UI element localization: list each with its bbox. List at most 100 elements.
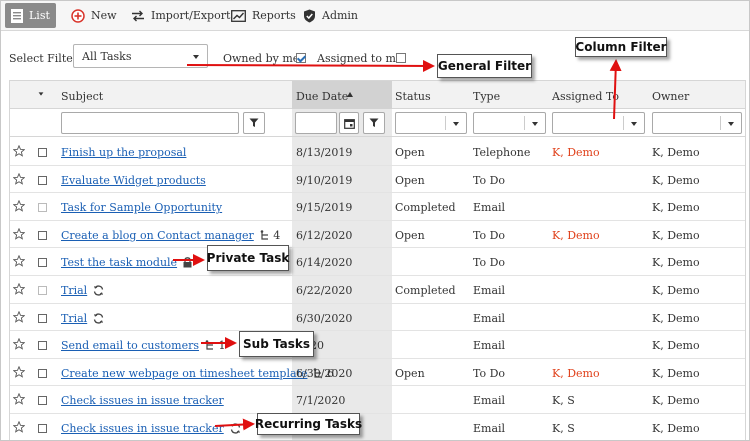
task-subject-link[interactable]: Task for Sample Opportunity <box>61 201 222 214</box>
table-row[interactable]: Create new webpage on timesheet template… <box>10 359 745 387</box>
new-button[interactable]: New <box>65 3 123 28</box>
task-subject-link[interactable]: Check issues in issue tracker <box>61 422 224 435</box>
chevron-down-icon <box>728 122 734 126</box>
task-subject-link[interactable]: Trial <box>61 284 87 297</box>
status-header[interactable]: Status <box>395 90 431 103</box>
subject-cell: Create a blog on Contact manager 4 <box>61 229 280 242</box>
subject-filter-button[interactable] <box>243 112 265 134</box>
task-subject-link[interactable]: Create new webpage on timesheet template <box>61 367 307 380</box>
due-date-cell: 6/22/2020 <box>296 284 353 297</box>
favorite-star[interactable] <box>12 255 26 270</box>
favorite-star[interactable] <box>12 420 26 436</box>
star-icon[interactable] <box>12 282 26 295</box>
subject-filter-input[interactable] <box>61 112 239 134</box>
star-icon[interactable] <box>12 310 26 323</box>
owner-cell: K, Demo <box>652 394 700 408</box>
favorite-star[interactable] <box>12 282 26 298</box>
table-row[interactable]: Test the task module 6/14/2020 To Do K, Dem… <box>10 248 745 276</box>
favorite-star[interactable] <box>12 337 26 353</box>
assigned-to-cell: K, S <box>552 394 575 408</box>
subject-cell: Send email to customers 1 <box>61 339 226 352</box>
task-subject-link[interactable]: Finish up the proposal <box>61 146 186 159</box>
table-row[interactable]: Trial 6/22/2020 Completed Email K, Demo <box>10 276 745 304</box>
due-date-cell: 6/12/2020 <box>296 228 353 242</box>
row-checkbox[interactable] <box>38 203 47 213</box>
star-icon[interactable] <box>12 144 26 157</box>
admin-button[interactable]: Admin <box>297 3 364 28</box>
owner-filter-select[interactable] <box>652 112 742 134</box>
table-row[interactable]: Trial 6/30/2020 Email K, Demo <box>10 304 745 332</box>
favorite-star[interactable] <box>12 172 26 188</box>
type-cell: Email <box>473 201 506 215</box>
lock-icon <box>183 257 192 268</box>
select-filter-label: Select Filter: <box>9 52 82 65</box>
recurring-icon <box>94 285 104 296</box>
type-cell: Telephone <box>473 146 531 159</box>
assigned-to-me-checkbox[interactable] <box>396 53 406 63</box>
row-checkbox[interactable] <box>38 424 47 433</box>
row-checkbox[interactable] <box>38 286 47 295</box>
star-icon[interactable] <box>12 365 26 378</box>
table-row[interactable]: Evaluate Widget products 9/10/2019 Open To … <box>10 166 745 194</box>
type-filter-select[interactable] <box>473 112 546 134</box>
row-checkbox[interactable] <box>38 313 47 323</box>
row-checkbox[interactable] <box>38 396 47 406</box>
type-header[interactable]: Type <box>473 90 500 103</box>
row-checkbox[interactable] <box>38 368 47 378</box>
assigned-to-filter-select[interactable] <box>552 112 645 134</box>
star-icon[interactable] <box>12 227 26 240</box>
star-icon[interactable] <box>12 199 26 212</box>
task-subject-link[interactable]: Trial <box>61 312 87 325</box>
status-filter-select[interactable] <box>395 112 467 134</box>
task-subject-link[interactable]: Check issues in issue tracker <box>61 394 224 407</box>
table-row[interactable]: Create a blog on Contact manager 4 6/12/2… <box>10 221 745 249</box>
column-menu-icon[interactable] <box>38 92 44 96</box>
favorite-star[interactable] <box>12 393 26 408</box>
table-row[interactable]: Check issues in issue tracker 7/1/2020 Ema… <box>10 386 745 414</box>
task-subject-link[interactable]: Test the task module <box>61 256 177 269</box>
row-checkbox[interactable] <box>38 148 47 157</box>
owner-cell: K, Demo <box>652 422 700 435</box>
task-subject-link[interactable]: Evaluate Widget products <box>61 174 206 187</box>
status-cell: Completed <box>395 284 456 297</box>
list-button[interactable]: List <box>5 3 56 28</box>
due-date-header[interactable]: Due Date <box>296 90 348 103</box>
row-checkbox[interactable] <box>38 230 47 240</box>
favorite-star[interactable] <box>12 365 26 381</box>
star-icon[interactable] <box>12 393 26 406</box>
row-checkbox[interactable] <box>38 258 47 268</box>
table-row[interactable]: Finish up the proposal 8/13/2019 Open Telep… <box>10 138 745 166</box>
favorite-star[interactable] <box>12 227 26 243</box>
toolbar: List New Import/Export Reports Admin <box>1 1 749 31</box>
row-checkbox[interactable] <box>38 341 47 351</box>
owned-by-me-checkbox[interactable] <box>296 53 306 63</box>
grid-header: Subject Due Date Status Type Assigned To… <box>10 81 745 109</box>
filter-select[interactable]: All Tasks <box>73 44 208 68</box>
task-subject-link[interactable]: Send email to customers <box>61 339 199 352</box>
favorite-star[interactable] <box>12 199 26 215</box>
star-icon[interactable] <box>12 337 26 350</box>
chart-icon <box>231 9 246 22</box>
star-icon[interactable] <box>12 255 26 268</box>
due-date-filter-button[interactable] <box>363 112 385 134</box>
calendar-button[interactable] <box>339 112 359 134</box>
row-checkbox[interactable] <box>38 175 47 185</box>
owner-header[interactable]: Owner <box>652 90 689 103</box>
due-date-filter-input[interactable] <box>295 112 337 134</box>
type-cell: Email <box>473 394 506 408</box>
task-subject-link[interactable]: Create a blog on Contact manager <box>61 229 254 242</box>
table-row[interactable]: Send email to customers 12020EmailK, Dem… <box>10 331 745 359</box>
star-icon[interactable] <box>12 420 26 433</box>
assigned-to-header[interactable]: Assigned To <box>552 90 619 103</box>
table-row[interactable]: Check issues in issue tracker Email K, S K,… <box>10 414 745 440</box>
subject-header[interactable]: Subject <box>61 90 103 103</box>
star-icon[interactable] <box>12 172 26 185</box>
reports-button[interactable]: Reports <box>225 3 302 28</box>
table-row[interactable]: Task for Sample Opportunity 9/15/2019 Comp… <box>10 193 745 221</box>
favorite-star[interactable] <box>12 310 26 326</box>
subject-cell: Task for Sample Opportunity <box>61 201 222 214</box>
import-export-button[interactable]: Import/Export <box>125 3 236 28</box>
type-cell: To Do <box>473 366 506 380</box>
favorite-star[interactable] <box>12 144 26 160</box>
due-date-cell: 8/13/2019 <box>296 146 353 159</box>
